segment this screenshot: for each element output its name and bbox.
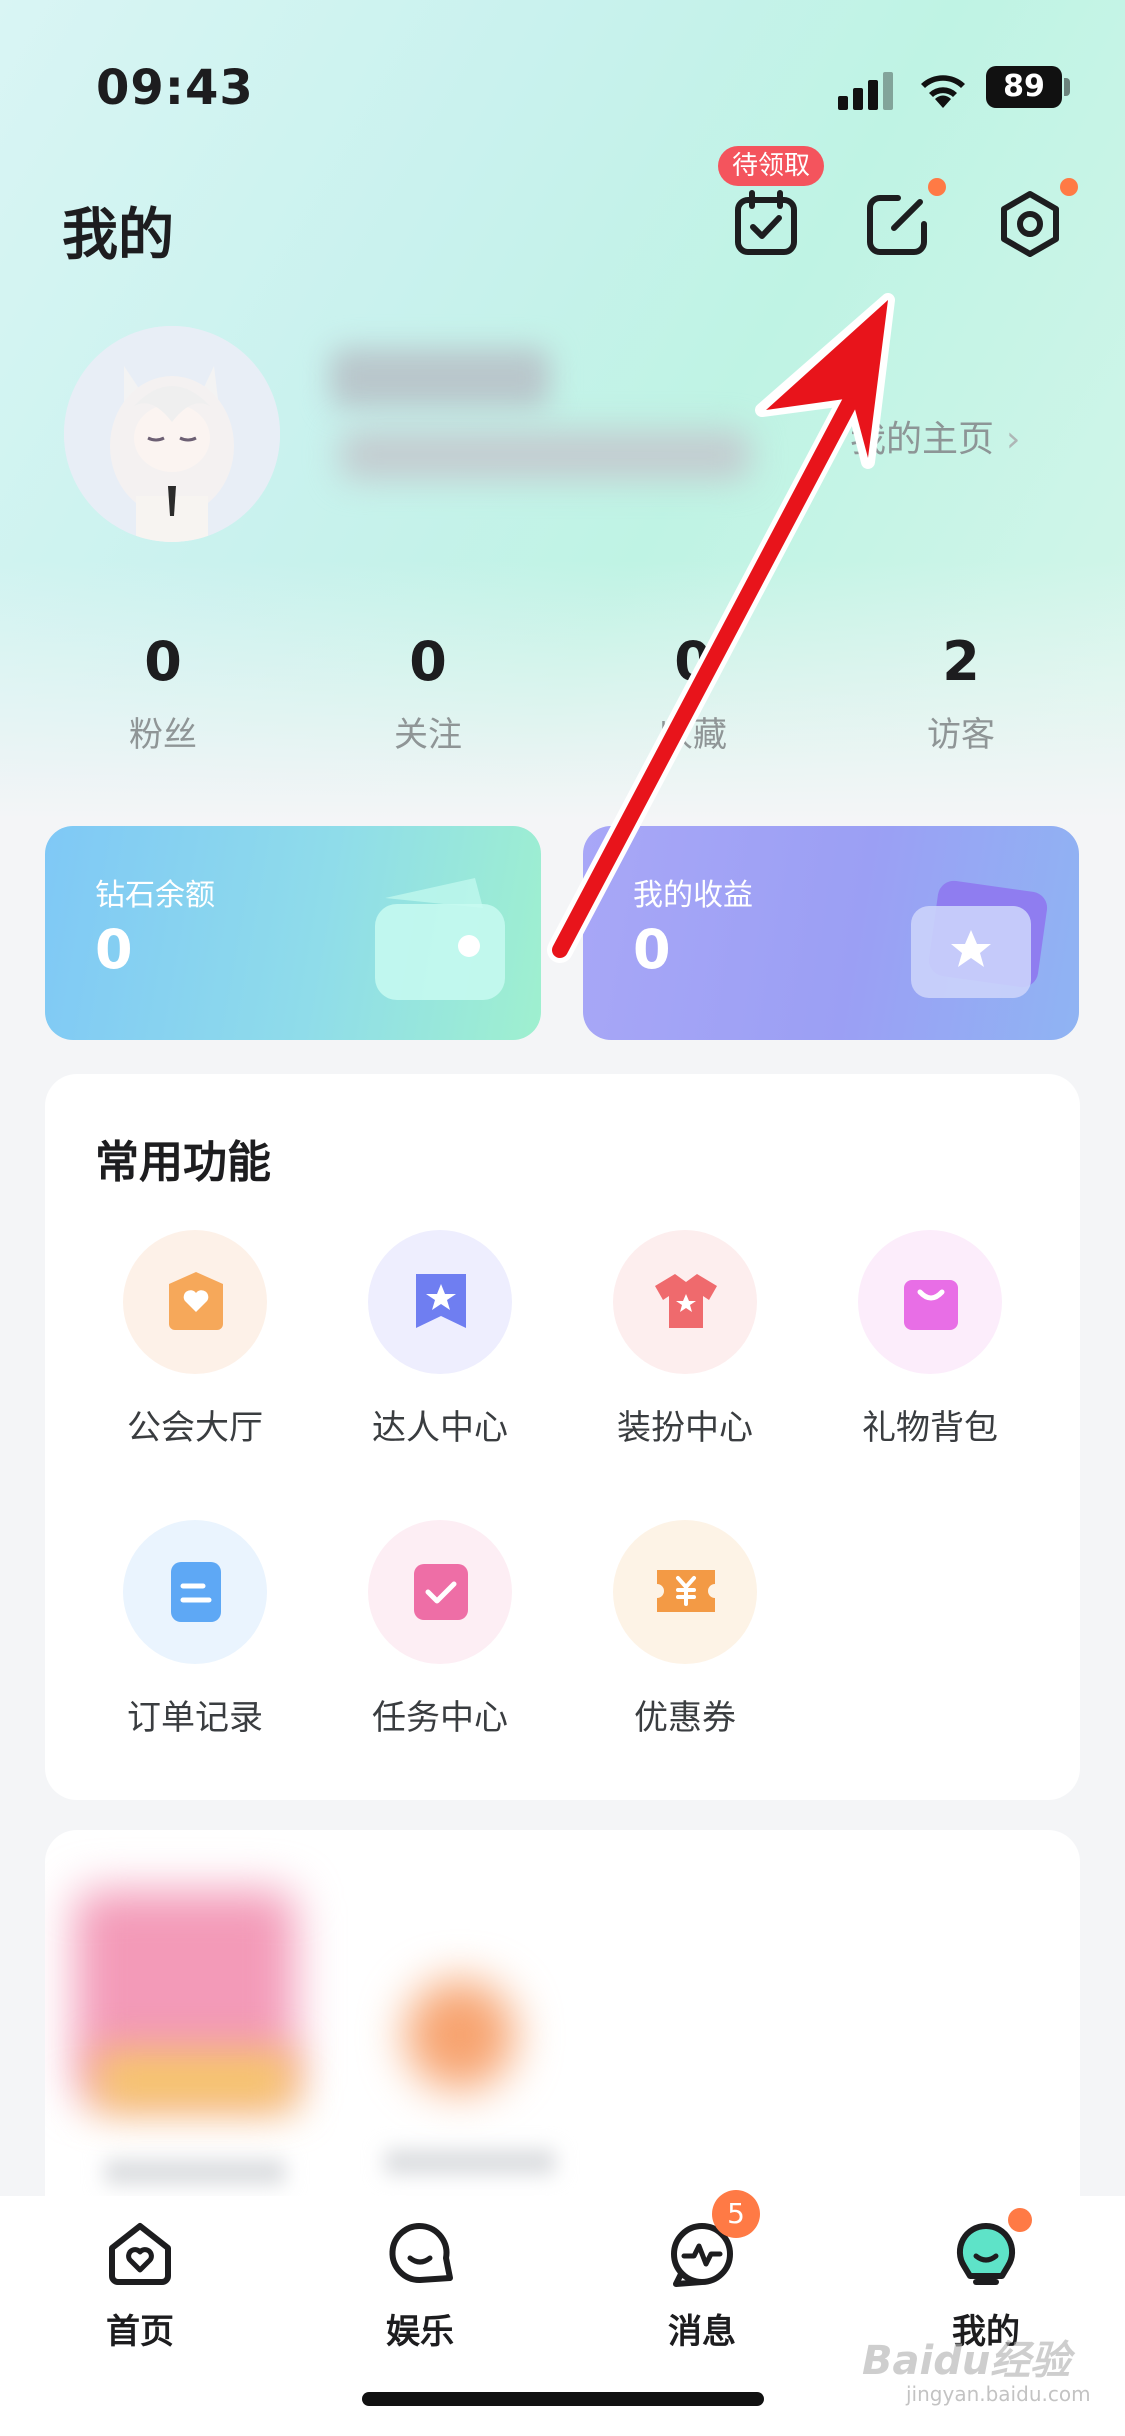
earnings-card[interactable]: 我的收益 0 [583, 826, 1079, 1040]
dress-up-icon [613, 1230, 757, 1374]
tab-entertainment[interactable]: 娱乐 [330, 2218, 510, 2353]
function-label: 达人中心 [372, 1408, 508, 1448]
checkin-reward-badge: 待领取 [718, 146, 825, 186]
baidu-watermark: Baidu经验 [862, 2338, 1071, 2384]
common-functions-panel: 常用功能 公会大厅 达人中心 装扮中心 礼物背包 订单记录 任务中心 优惠券 [45, 1074, 1080, 1800]
blurred-text [385, 2150, 555, 2174]
earnings-title: 我的收益 [633, 878, 753, 913]
diamond-balance-title: 钻石余额 [95, 878, 215, 913]
homepage-label: 我的主页 [850, 419, 995, 460]
function-label: 礼物背包 [862, 1408, 998, 1448]
battery-indicator: 89 [986, 66, 1062, 108]
diamond-balance-card[interactable]: 钻石余额 0 [45, 826, 541, 1040]
earnings-value: 0 [633, 918, 671, 981]
function-label: 订单记录 [127, 1698, 263, 1738]
blurred-user-meta [340, 430, 750, 480]
entertainment-icon [389, 2223, 453, 2284]
stat-label: 关注 [394, 715, 462, 755]
function-label: 优惠券 [634, 1698, 736, 1738]
function-dress-up[interactable]: 装扮中心 [570, 1230, 800, 1449]
page-title: 我的 [62, 203, 174, 268]
wallet-icon [375, 878, 505, 1000]
blurred-username [330, 348, 550, 408]
blurred-content-panel [45, 1830, 1080, 2250]
gift-bag-icon [858, 1230, 1002, 1374]
stat-label: 收藏 [659, 715, 727, 755]
function-order-record[interactable]: 订单记录 [80, 1520, 310, 1739]
home-indicator[interactable] [362, 2392, 764, 2406]
baidu-watermark-url: jingyan.baidu.com [906, 2382, 1091, 2406]
tab-messages[interactable]: 消息 [612, 2218, 792, 2353]
function-label: 公会大厅 [127, 1408, 263, 1448]
talent-center-icon [368, 1230, 512, 1374]
tab-home[interactable]: 首页 [50, 2218, 230, 2353]
stat-value: 2 [942, 630, 980, 693]
chevron-right-icon: › [1006, 419, 1021, 460]
avatar[interactable] [64, 326, 280, 542]
function-gift-bag[interactable]: 礼物背包 [815, 1230, 1045, 1449]
function-coupon[interactable]: 优惠券 [570, 1520, 800, 1739]
checkin-calendar-icon[interactable] [730, 188, 802, 260]
stat-visitors[interactable]: 2 访客 [876, 630, 1046, 756]
tab-label: 娱乐 [386, 2312, 454, 2352]
stat-value: 0 [674, 630, 712, 693]
edit-notification-dot [928, 178, 946, 196]
messages-count-badge: 5 [712, 2190, 760, 2238]
me-notification-dot [1008, 2208, 1032, 2232]
settings-gear-icon[interactable] [994, 188, 1066, 260]
cellular-signal-icon [838, 70, 898, 110]
guild-hall-icon [123, 1230, 267, 1374]
status-time: 09:43 [96, 60, 254, 116]
home-icon [109, 2223, 171, 2285]
stat-value: 0 [409, 630, 447, 693]
function-task-center[interactable]: 任务中心 [325, 1520, 555, 1739]
status-bar: 09:43 89 [0, 0, 1125, 150]
avatar-illustration [64, 326, 280, 542]
edit-profile-icon[interactable] [862, 188, 934, 260]
task-center-icon [368, 1520, 512, 1664]
star-ticket-icon [911, 880, 1048, 998]
function-label: 任务中心 [372, 1698, 508, 1738]
my-homepage-link[interactable]: 我的主页 › [850, 410, 1020, 462]
function-talent-center[interactable]: 达人中心 [325, 1230, 555, 1449]
wifi-icon [921, 75, 965, 108]
tab-label: 消息 [668, 2312, 736, 2352]
settings-notification-dot [1060, 178, 1078, 196]
battery-tip [1064, 78, 1070, 96]
common-functions-title: 常用功能 [95, 1137, 271, 1188]
function-guild-hall[interactable]: 公会大厅 [80, 1230, 310, 1449]
blurred-image-strip [95, 2050, 295, 2110]
tab-label: 首页 [106, 2312, 174, 2352]
stat-following[interactable]: 0 关注 [343, 630, 513, 756]
stat-label: 粉丝 [129, 715, 197, 755]
coupon-icon [613, 1520, 757, 1664]
stat-favorites[interactable]: 0 收藏 [608, 630, 778, 756]
function-label: 装扮中心 [617, 1408, 753, 1448]
stat-value: 0 [144, 630, 182, 693]
stat-fans[interactable]: 0 粉丝 [78, 630, 248, 756]
blurred-icon [405, 1980, 515, 2090]
diamond-balance-value: 0 [95, 918, 133, 981]
order-record-icon [123, 1520, 267, 1664]
blurred-text [105, 2160, 285, 2184]
stat-label: 访客 [927, 715, 995, 755]
